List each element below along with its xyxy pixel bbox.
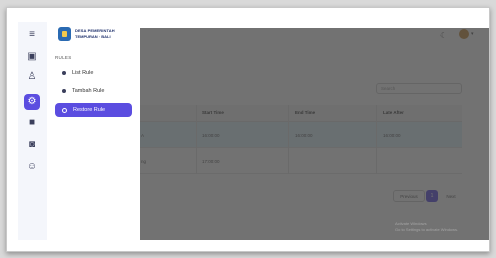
qr-icon[interactable]: ■ — [25, 116, 39, 130]
brand-name-line2: TEMPURAN · BALI — [75, 34, 111, 39]
smile-icon[interactable]: ☺ — [25, 160, 39, 174]
menu-icon[interactable]: ≡ — [25, 28, 39, 42]
circle-icon — [62, 107, 67, 113]
menu-item-list-rule[interactable]: List Rule — [55, 66, 132, 80]
image-icon[interactable]: ◙ — [25, 138, 39, 152]
user-icon[interactable]: ♙ — [25, 70, 39, 84]
watermark-line2: Go to Settings to activate Windows. — [395, 227, 459, 232]
menu-item-restore-rule[interactable]: Restore Rule — [55, 103, 132, 117]
menu-item-label: Tambah Rule — [72, 88, 105, 94]
section-label-rules: RULES — [55, 55, 72, 60]
settings-icon[interactable]: ⚙ — [24, 94, 40, 110]
menu-item-label: Restore Rule — [73, 107, 106, 113]
icon-rail: ≡ ▣ ♙ ⚙ ■ ◙ ☺ — [18, 22, 47, 240]
bullet-icon — [62, 71, 66, 75]
logo — [58, 27, 71, 41]
bullet-icon — [62, 89, 66, 93]
menu-item-tambah-rule[interactable]: Tambah Rule — [55, 84, 132, 98]
modal-backdrop[interactable] — [140, 28, 489, 240]
brand-name-line1: DESA PEMERINTAH — [75, 28, 115, 33]
calendar-icon[interactable]: ▣ — [25, 50, 39, 64]
activation-watermark: Activate Windows Go to Settings to activ… — [395, 221, 458, 233]
menu-item-label: List Rule — [72, 70, 94, 76]
